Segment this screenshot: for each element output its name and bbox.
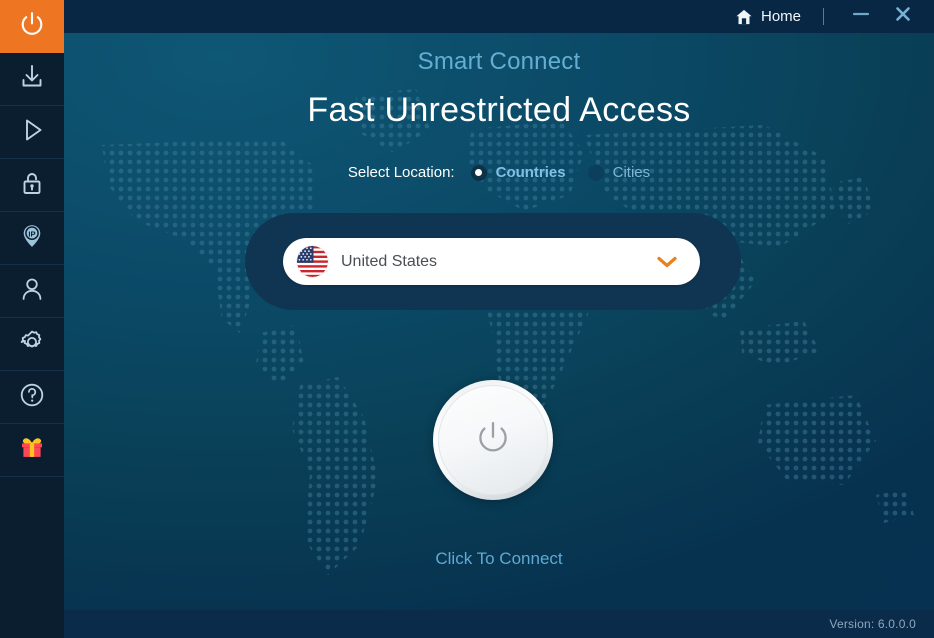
power-icon [470,415,516,466]
radio-countries-indicator [470,164,487,181]
unlock-padlock-icon [17,168,47,203]
home-label: Home [760,8,801,25]
connect-power-button[interactable] [433,380,553,500]
question-circle-icon [17,380,47,415]
radio-option-countries[interactable]: Countries [470,164,566,181]
power-icon [17,9,47,44]
radio-cities-indicator [587,164,604,181]
sidebar-item-download[interactable] [0,53,64,106]
sidebar-item-account[interactable] [0,265,64,318]
chevron-down-icon[interactable] [656,255,678,269]
sidebar-item-play[interactable] [0,106,64,159]
ip-location-pin-icon: IP [17,221,47,256]
user-icon [17,274,47,309]
home-button[interactable]: Home [735,8,801,26]
play-icon [17,115,47,150]
main-content: Smart Connect Fast Unrestricted Access S… [64,33,934,610]
radio-option-cities[interactable]: Cities [587,164,651,181]
sidebar-item-power[interactable] [0,0,64,53]
home-icon [735,8,753,26]
svg-text:IP: IP [28,229,35,238]
titlebar-divider [823,8,824,25]
footer-bar: Version: 6.0.0.0 [64,610,934,638]
gift-icon [18,434,46,467]
selected-location-label: United States [341,252,438,270]
select-location-row: Select Location: Countries Cities [64,164,934,181]
radio-cities-label: Cities [612,164,651,181]
sidebar-item-unlock[interactable] [0,159,64,212]
sidebar-item-help[interactable] [0,371,64,424]
page-title: Fast Unrestricted Access [307,91,691,129]
minimize-button[interactable] [844,2,878,32]
sidebar: IP [0,0,64,638]
close-button[interactable] [886,2,920,32]
sidebar-item-gift[interactable] [0,424,64,477]
click-to-connect-caption[interactable]: Click To Connect [64,549,934,569]
minimize-icon [851,7,871,26]
smart-connect-subtitle: Smart Connect [417,48,581,75]
gear-icon [17,327,47,362]
sidebar-item-ip[interactable]: IP [0,212,64,265]
title-bar: Home [64,0,934,33]
download-icon [17,62,47,97]
close-icon [893,4,913,29]
location-dropdown[interactable]: United States [283,238,700,285]
version-label: Version: 6.0.0.0 [829,617,916,631]
select-location-label: Select Location: [347,164,455,181]
us-flag-icon [297,246,328,277]
sidebar-item-settings[interactable] [0,318,64,371]
power-button-face [438,385,548,495]
radio-countries-label: Countries [495,164,566,181]
vpn-app-window: IP Home Smart Connect Fast Unrestricted … [0,0,934,638]
